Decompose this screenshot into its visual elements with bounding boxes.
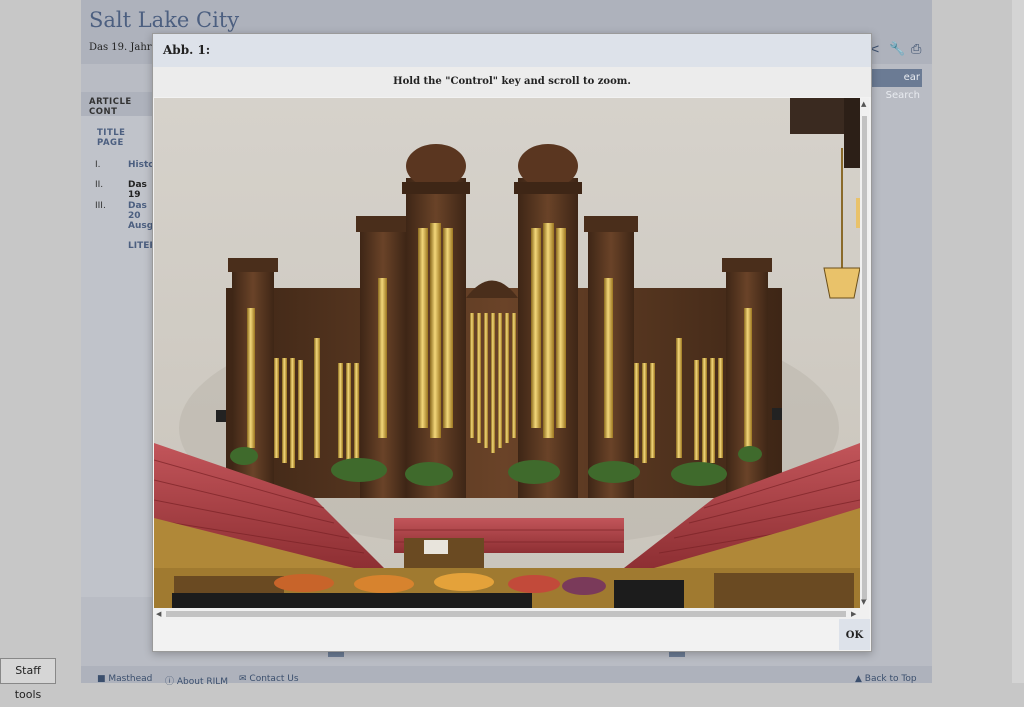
- about-link[interactable]: ⓘ About RILM: [165, 674, 228, 687]
- scroll-down-icon[interactable]: ▼: [861, 598, 866, 606]
- modal-title: Abb. 1:: [163, 43, 211, 57]
- horizontal-scrollbar[interactable]: ◀ ▶: [154, 608, 869, 620]
- sidebar-title-page[interactable]: TITLE PAGE: [97, 128, 153, 148]
- scroll-up-icon[interactable]: ▲: [861, 100, 866, 108]
- sidebar-item[interactable]: Ausga: [81, 221, 159, 235]
- page-scrollbar[interactable]: [1012, 0, 1024, 683]
- sidebar-item-number: I.: [95, 160, 101, 170]
- horizontal-scroll-thumb[interactable]: [166, 611, 846, 617]
- scroll-right-icon[interactable]: ▶: [851, 610, 856, 618]
- clear-search-button[interactable]: ear Search: [868, 69, 922, 101]
- sidebar-item[interactable]: I. Histor: [81, 160, 159, 174]
- article-contents-sidebar: ARTICLE CONT TITLE PAGE I. Histor II. Da…: [81, 92, 159, 597]
- pager-mark: [669, 652, 685, 657]
- sidebar-item[interactable]: III. Das 20: [81, 201, 153, 221]
- sidebar-item-label: Das 20: [128, 201, 147, 221]
- print-icon[interactable]: ⎙: [911, 42, 921, 57]
- zoom-hint: Hold the "Control" key and scroll to zoo…: [393, 76, 631, 87]
- vertical-scrollbar[interactable]: ▲ ▼: [860, 98, 869, 608]
- sidebar-heading: ARTICLE CONT: [89, 97, 132, 117]
- vertical-scroll-thumb[interactable]: [862, 116, 867, 600]
- site-title: Salt Lake City: [89, 8, 240, 32]
- sidebar-item[interactable]: LITER: [81, 241, 156, 255]
- wrench-icon[interactable]: 🔧: [889, 42, 905, 57]
- scroll-left-icon[interactable]: ◀: [156, 610, 161, 618]
- ok-button[interactable]: OK: [839, 619, 870, 650]
- modal-title-bar: Abb. 1:: [153, 34, 871, 67]
- sidebar-item[interactable]: II. Das 19: [81, 180, 153, 200]
- page-footer: ■ Masthead ⓘ About RILM ✉ Contact Us ▲ B…: [81, 666, 932, 687]
- sidebar-item-number: III.: [95, 201, 106, 211]
- pager-mark: [328, 652, 344, 657]
- organ-photo: [154, 98, 860, 608]
- modal-hint-bar: Hold the "Control" key and scroll to zoo…: [153, 67, 871, 97]
- image-viewport[interactable]: ▲ ▼ ◀ ▶: [154, 98, 869, 620]
- image-modal: Abb. 1: Hold the "Control" key and scrol…: [152, 33, 872, 652]
- sidebar-item-label: Das 19: [128, 180, 147, 200]
- sidebar-item-number: II.: [95, 180, 104, 190]
- about-label: About RILM: [176, 677, 229, 687]
- staff-tools-button[interactable]: Staff tools: [0, 658, 56, 701]
